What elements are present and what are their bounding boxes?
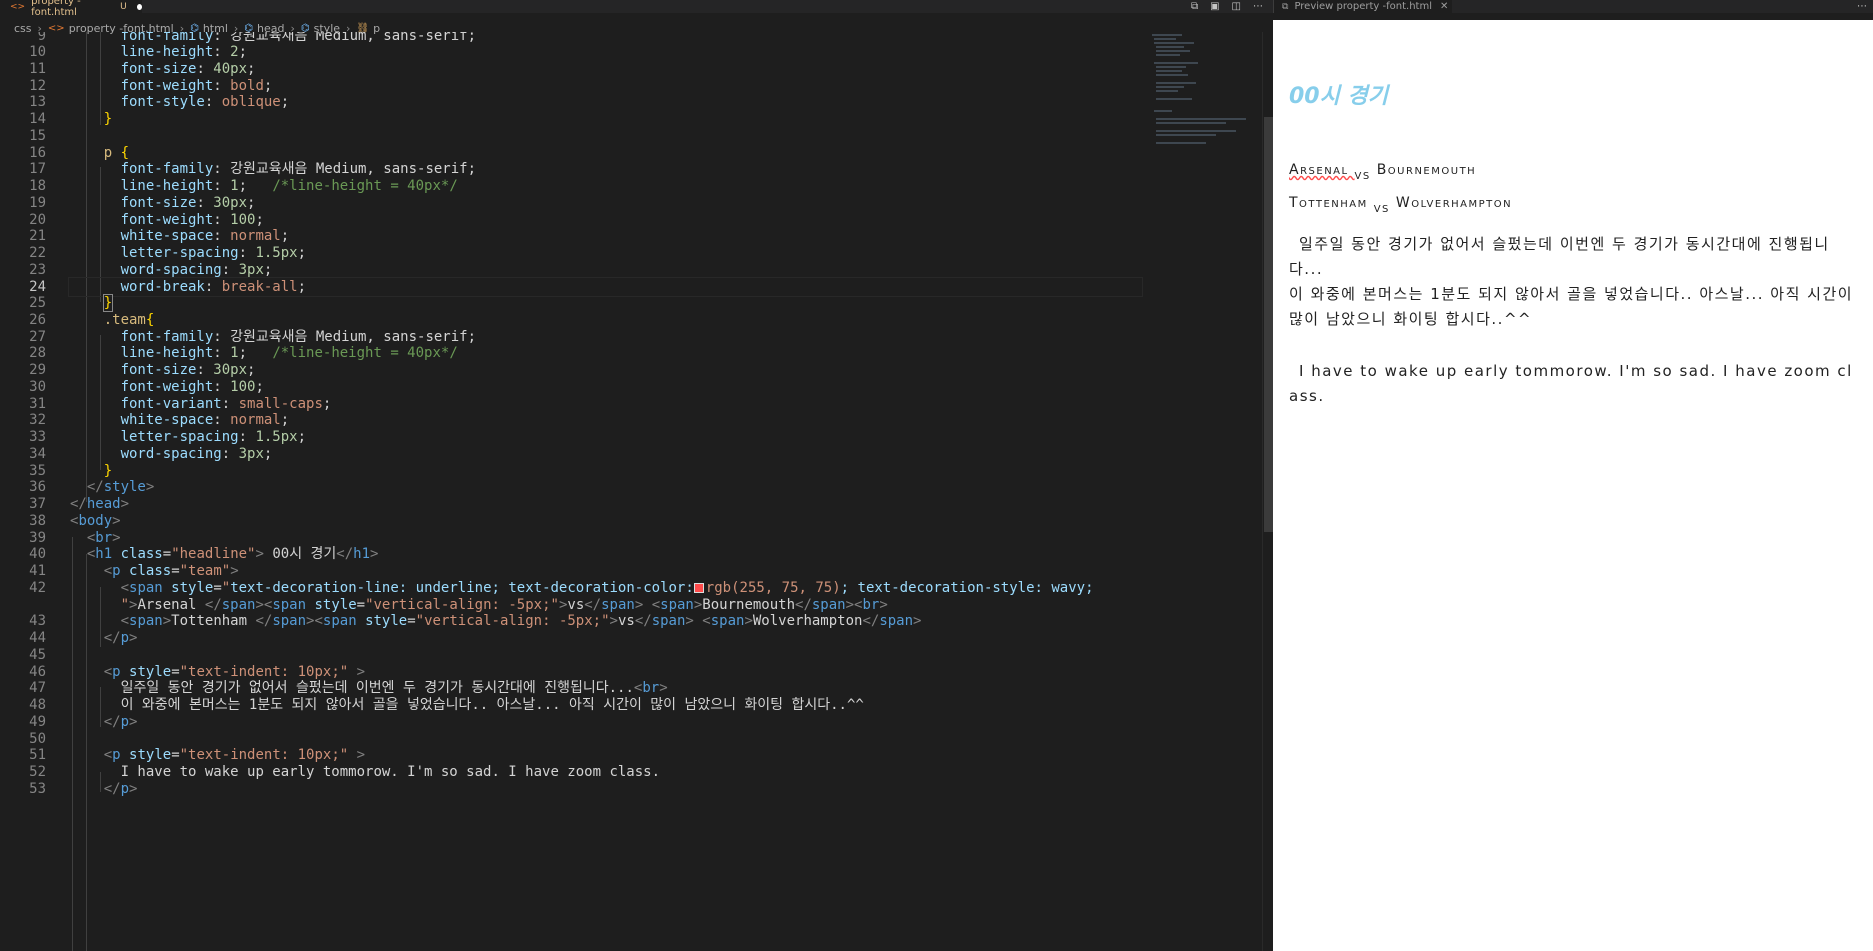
code-area[interactable]: 9 font-family: 강원교육새음 Medium, sans-serif… (0, 32, 1150, 951)
preview-tab-label: Preview property -font.html (1294, 1, 1432, 12)
scrollbar-thumb[interactable] (1264, 117, 1273, 532)
minimap-line (1154, 62, 1198, 64)
minimap-line (1156, 118, 1246, 120)
html-file-icon: <> (10, 1, 26, 12)
preview-p1-line2: 이 와중에 본머스는 1분도 되지 않아서 골을 넣었습니다.. 아스날... … (1289, 285, 1854, 328)
more-actions-icon[interactable]: ⋯ (1857, 0, 1867, 13)
minimap-line (1154, 42, 1194, 44)
unsaved-dot-icon[interactable] (136, 3, 142, 10)
minimap-line (1156, 66, 1186, 68)
preview-p1-line1: 일주일 동안 경기가 없어서 슬펐는데 이번엔 두 경기가 동시간대에 진행됩니… (1289, 235, 1830, 278)
minimap-line (1156, 122, 1226, 124)
tab-preview[interactable]: ⧉ Preview property -font.html ✕ (1274, 0, 1452, 13)
tab-property-font-html[interactable]: <> property -font.html U (0, 0, 142, 18)
open-preview-icon[interactable]: ▣ (1210, 1, 1219, 12)
minimap-line (1156, 86, 1184, 88)
color-swatch-icon[interactable] (693, 583, 704, 593)
editor-tab-bar: <> property -font.html U ⧉ ▣ ◫ ⋯ (0, 0, 1273, 18)
minimap[interactable] (1150, 32, 1262, 152)
team-arsenal: Arsenal (1289, 162, 1355, 178)
team-tottenham: Tottenham (1289, 195, 1374, 211)
minimap-line (1154, 38, 1176, 40)
minimap-line (1156, 98, 1192, 100)
minimap-line (1156, 46, 1184, 48)
tab-label: property -font.html (31, 0, 81, 18)
untracked-badge: U (120, 1, 127, 12)
split-editor-icon[interactable]: ◫ (1232, 1, 1241, 12)
minimap-line (1156, 70, 1182, 72)
preview-team-paragraph: Arsenal vs Bournemouth Tottenham vs Wolv… (1289, 156, 1512, 222)
minimap-line (1156, 130, 1236, 132)
team-vs: vs (1354, 167, 1371, 183)
preview-headline: 00시 경기 (1289, 84, 1388, 109)
minimap-line (1152, 34, 1182, 36)
team-bournemouth: Bournemouth (1376, 162, 1477, 178)
preview-paragraph-korean: 일주일 동안 경기가 없어서 슬펐는데 이번엔 두 경기가 동시간대에 진행됩니… (1289, 232, 1859, 332)
minimap-line (1156, 134, 1216, 136)
minimap-line (1156, 74, 1188, 76)
compare-changes-icon[interactable]: ⧉ (1191, 1, 1198, 12)
more-actions-icon[interactable]: ⋯ (1253, 1, 1263, 12)
minimap-line (1156, 142, 1206, 144)
html-preview-pane[interactable]: 00시 경기 Arsenal vs Bournemouth Tottenham … (1273, 20, 1873, 951)
code-line[interactable]: 53 </p> (0, 779, 1150, 799)
team-vs: vs (1373, 200, 1390, 216)
minimap-line (1156, 82, 1196, 84)
team-wolverhampton: Wolverhampton (1395, 195, 1513, 211)
minimap-line (1156, 90, 1178, 92)
minimap-line (1156, 50, 1190, 52)
close-icon[interactable]: ✕ (1440, 1, 1448, 12)
preview-tab-bar: ⧉ Preview property -font.html ✕ ⋯ (1273, 0, 1873, 13)
minimap-line (1154, 110, 1172, 112)
editor-scrollbar[interactable] (1262, 32, 1273, 951)
preview-paragraph-english: I have to wake up early tommorow. I'm so… (1289, 362, 1853, 405)
preview-icon: ⧉ (1282, 1, 1289, 12)
editor-actions: ⧉ ▣ ◫ ⋯ (1191, 0, 1263, 13)
minimap-line (1156, 54, 1180, 56)
code-editor-pane[interactable]: <> property -font.html U ⧉ ▣ ◫ ⋯ css › <… (0, 0, 1273, 951)
